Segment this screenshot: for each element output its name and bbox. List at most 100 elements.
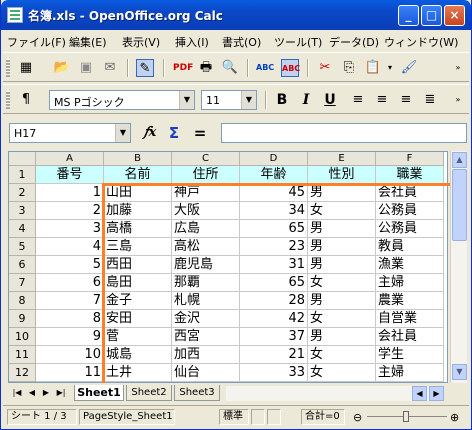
table-cell[interactable]: 金沢 xyxy=(172,310,240,328)
toolbar-overflow-icon[interactable]: » xyxy=(449,91,467,109)
header-cell[interactable]: 年齢 xyxy=(240,166,308,184)
table-cell[interactable]: 65 xyxy=(240,274,308,292)
row-header[interactable]: 2 xyxy=(9,184,36,202)
title-bar[interactable]: 名簿.xls - OpenOffice.org Calc _ □ × xyxy=(1,0,471,30)
tab-sheet2[interactable]: Sheet2 xyxy=(126,385,172,401)
new-icon[interactable]: ▦ xyxy=(17,59,35,77)
chevron-down-icon[interactable]: ▼ xyxy=(179,91,194,109)
header-cell[interactable]: 番号 xyxy=(36,166,104,184)
scroll-up-icon[interactable]: ▲ xyxy=(452,152,467,168)
table-cell[interactable]: 鹿児島 xyxy=(172,256,240,274)
formula-input[interactable] xyxy=(221,123,467,143)
table-cell[interactable]: 神戸 xyxy=(172,184,240,202)
header-cell[interactable]: 住所 xyxy=(172,166,240,184)
select-all-corner[interactable] xyxy=(9,152,36,166)
table-cell[interactable]: 公務員 xyxy=(376,220,444,238)
table-cell[interactable]: 安田 xyxy=(104,310,172,328)
row-header[interactable]: 6 xyxy=(9,256,36,274)
table-cell[interactable]: 会社員 xyxy=(376,328,444,346)
vertical-scroll-thumb[interactable] xyxy=(452,169,467,241)
styles-icon[interactable]: ¶ xyxy=(17,91,35,109)
table-cell[interactable]: 高松 xyxy=(172,238,240,256)
column-header-a[interactable]: A xyxy=(36,152,104,166)
table-cell[interactable]: 仙台 xyxy=(172,364,240,382)
row-header[interactable]: 7 xyxy=(9,274,36,292)
align-right-icon[interactable]: ≡ xyxy=(397,91,415,109)
table-cell[interactable]: 男 xyxy=(308,328,376,346)
table-cell[interactable]: 山田 xyxy=(104,184,172,202)
column-header-f[interactable]: F xyxy=(376,152,444,166)
maximize-button[interactable]: □ xyxy=(421,5,442,26)
table-cell[interactable]: 37 xyxy=(240,328,308,346)
align-left-icon[interactable]: ≡ xyxy=(349,91,367,109)
first-sheet-icon[interactable]: |◀ xyxy=(10,386,24,400)
table-cell[interactable]: 学生 xyxy=(376,346,444,364)
toolbar-grip[interactable] xyxy=(6,59,10,77)
tab-sheet1[interactable]: Sheet1 xyxy=(74,385,124,401)
row-header[interactable]: 10 xyxy=(9,328,36,346)
table-cell[interactable]: 自営業 xyxy=(376,310,444,328)
last-sheet-icon[interactable]: ▶| xyxy=(54,386,68,400)
vertical-scrollbar[interactable]: ▲ ▼ xyxy=(450,151,467,383)
zoom-in-icon[interactable]: ⊕ xyxy=(450,411,459,424)
preview-icon[interactable]: 🔍 xyxy=(221,59,239,77)
scroll-left-icon[interactable]: ◀ xyxy=(412,386,427,401)
row-header[interactable]: 8 xyxy=(9,292,36,310)
row-header[interactable]: 9 xyxy=(9,310,36,328)
table-cell[interactable]: 金子 xyxy=(104,292,172,310)
table-cell[interactable]: 男 xyxy=(308,184,376,202)
table-cell[interactable]: 主婦 xyxy=(376,274,444,292)
table-cell[interactable]: 10 xyxy=(36,346,104,364)
scroll-right-icon[interactable]: ▶ xyxy=(429,386,444,401)
pdf-icon[interactable]: PDF xyxy=(173,59,193,77)
column-header-c[interactable]: C xyxy=(172,152,240,166)
table-cell[interactable]: 女 xyxy=(308,364,376,382)
menu-file[interactable]: ファイル(F) xyxy=(7,34,66,50)
format-paintbrush-icon[interactable]: 🖌 xyxy=(400,59,418,77)
italic-button[interactable]: I xyxy=(297,91,315,109)
table-cell[interactable]: 女 xyxy=(308,274,376,292)
zoom-out-icon[interactable]: ⊖ xyxy=(353,411,362,424)
table-cell[interactable]: 男 xyxy=(308,292,376,310)
chevron-down-icon[interactable]: ▼ xyxy=(115,124,130,142)
column-header-e[interactable]: E xyxy=(308,152,376,166)
table-cell[interactable]: 女 xyxy=(308,346,376,364)
name-box[interactable]: H17 ▼ xyxy=(9,123,131,143)
table-cell[interactable]: 男 xyxy=(308,256,376,274)
table-cell[interactable]: 65 xyxy=(240,220,308,238)
header-cell[interactable]: 職業 xyxy=(376,166,444,184)
menu-insert[interactable]: 挿入(I) xyxy=(175,34,209,50)
table-cell[interactable]: 5 xyxy=(36,256,104,274)
header-cell[interactable]: 性別 xyxy=(308,166,376,184)
print-icon[interactable]: 🖶 xyxy=(197,59,215,77)
toolbar-grip[interactable] xyxy=(6,91,10,109)
column-header-d[interactable]: D xyxy=(240,152,308,166)
table-cell[interactable]: 45 xyxy=(240,184,308,202)
menu-window[interactable]: ウィンドウ(W) xyxy=(384,34,458,50)
chevron-down-icon[interactable]: ▼ xyxy=(241,91,256,109)
paste-dropdown-icon[interactable]: ▾ xyxy=(381,59,399,77)
justify-icon[interactable]: ≣ xyxy=(421,91,439,109)
underline-button[interactable]: U xyxy=(321,91,339,109)
next-sheet-icon[interactable]: ▶ xyxy=(40,386,52,400)
menu-tools[interactable]: ツール(T) xyxy=(274,34,322,50)
row-header[interactable]: 12 xyxy=(9,364,36,382)
toolbar-overflow-icon[interactable]: » xyxy=(449,59,467,77)
horizontal-scrollbar[interactable] xyxy=(226,386,430,401)
menu-edit[interactable]: 編集(E) xyxy=(69,34,107,50)
table-cell[interactable]: 会社員 xyxy=(376,184,444,202)
table-cell[interactable]: 島田 xyxy=(104,274,172,292)
table-cell[interactable]: 23 xyxy=(240,238,308,256)
header-cell[interactable]: 名前 xyxy=(104,166,172,184)
table-cell[interactable]: 11 xyxy=(36,364,104,382)
table-cell[interactable]: 31 xyxy=(240,256,308,274)
table-cell[interactable]: 農業 xyxy=(376,292,444,310)
table-cell[interactable]: 1 xyxy=(36,184,104,202)
table-cell[interactable]: 男 xyxy=(308,238,376,256)
table-cell[interactable]: 女 xyxy=(308,202,376,220)
spellcheck-icon[interactable]: ABC xyxy=(256,59,274,77)
table-cell[interactable]: 大阪 xyxy=(172,202,240,220)
table-cell[interactable]: 土井 xyxy=(104,364,172,382)
align-center-icon[interactable]: ≡ xyxy=(373,91,391,109)
table-cell[interactable]: 主婦 xyxy=(376,364,444,382)
